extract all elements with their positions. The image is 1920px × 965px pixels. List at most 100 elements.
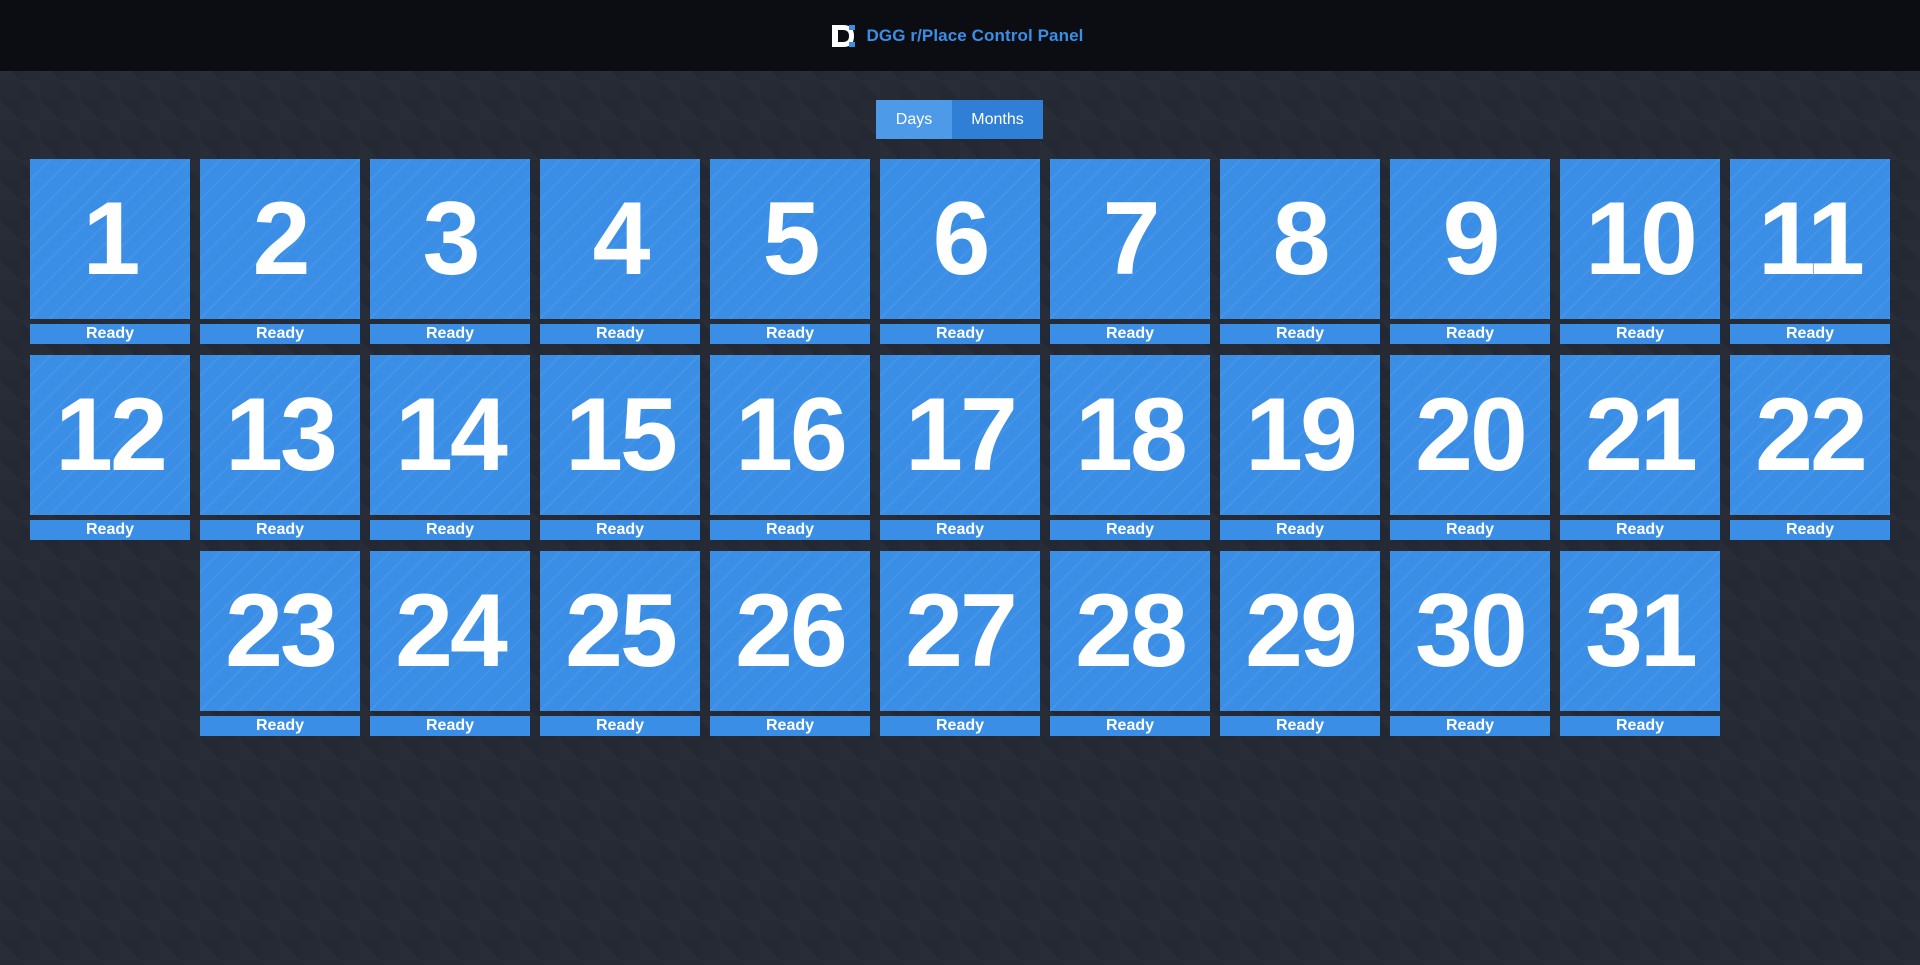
day-tile[interactable]: 30	[1390, 551, 1550, 711]
day-card[interactable]: 9 Ready	[1390, 159, 1550, 344]
day-tile[interactable]: 11	[1730, 159, 1890, 319]
day-status: Ready	[30, 324, 190, 344]
day-status: Ready	[540, 324, 700, 344]
day-number: 24	[395, 573, 508, 689]
day-tile[interactable]: 24	[370, 551, 530, 711]
day-number: 9	[1442, 181, 1501, 297]
day-status: Ready	[540, 716, 700, 736]
day-tile[interactable]: 19	[1220, 355, 1380, 515]
day-number: 10	[1585, 181, 1698, 297]
day-card[interactable]: 27 Ready	[880, 551, 1040, 736]
day-status: Ready	[1390, 520, 1550, 540]
day-tile[interactable]: 6	[880, 159, 1040, 319]
day-tile[interactable]: 26	[710, 551, 870, 711]
day-card[interactable]: 29 Ready	[1220, 551, 1380, 736]
day-status: Ready	[200, 324, 360, 344]
day-number: 4	[592, 181, 651, 297]
day-card[interactable]: 6 Ready	[880, 159, 1040, 344]
day-tile[interactable]: 5	[710, 159, 870, 319]
day-card[interactable]: 21 Ready	[1560, 355, 1720, 540]
day-tile[interactable]: 4	[540, 159, 700, 319]
day-tile[interactable]: 16	[710, 355, 870, 515]
day-tile[interactable]: 2	[200, 159, 360, 319]
day-card[interactable]: 4 Ready	[540, 159, 700, 344]
day-card[interactable]: 14 Ready	[370, 355, 530, 540]
day-card[interactable]: 3 Ready	[370, 159, 530, 344]
day-number: 14	[395, 377, 508, 493]
day-card[interactable]: 10 Ready	[1560, 159, 1720, 344]
day-tile[interactable]: 7	[1050, 159, 1210, 319]
day-card[interactable]: 7 Ready	[1050, 159, 1210, 344]
day-number: 7	[1102, 181, 1161, 297]
day-tile[interactable]: 28	[1050, 551, 1210, 711]
day-status: Ready	[1730, 520, 1890, 540]
day-tile[interactable]: 25	[540, 551, 700, 711]
day-number: 16	[735, 377, 848, 493]
day-card[interactable]: 11 Ready	[1730, 159, 1890, 344]
day-status: Ready	[880, 520, 1040, 540]
day-tile[interactable]: 14	[370, 355, 530, 515]
day-tile[interactable]: 12	[30, 355, 190, 515]
day-tile[interactable]: 27	[880, 551, 1040, 711]
day-tile[interactable]: 15	[540, 355, 700, 515]
day-tile[interactable]: 31	[1560, 551, 1720, 711]
day-card[interactable]: 8 Ready	[1220, 159, 1380, 344]
day-card[interactable]: 1 Ready	[30, 159, 190, 344]
day-tile[interactable]: 9	[1390, 159, 1550, 319]
day-card[interactable]: 23 Ready	[200, 551, 360, 736]
day-status: Ready	[710, 324, 870, 344]
day-status: Ready	[200, 716, 360, 736]
day-status: Ready	[1050, 520, 1210, 540]
day-number: 8	[1272, 181, 1331, 297]
day-number: 20	[1415, 377, 1528, 493]
day-card[interactable]: 13 Ready	[200, 355, 360, 540]
day-number: 5	[762, 181, 821, 297]
day-card[interactable]: 2 Ready	[200, 159, 360, 344]
day-card[interactable]: 12 Ready	[30, 355, 190, 540]
day-number: 22	[1755, 377, 1868, 493]
day-status: Ready	[1050, 716, 1210, 736]
day-number: 15	[565, 377, 678, 493]
day-status: Ready	[880, 324, 1040, 344]
day-number: 19	[1245, 377, 1358, 493]
day-status: Ready	[540, 520, 700, 540]
day-tile[interactable]: 29	[1220, 551, 1380, 711]
day-number: 31	[1585, 573, 1698, 689]
day-tile[interactable]: 10	[1560, 159, 1720, 319]
day-tile[interactable]: 13	[200, 355, 360, 515]
day-card[interactable]: 24 Ready	[370, 551, 530, 736]
day-card[interactable]: 28 Ready	[1050, 551, 1210, 736]
day-status: Ready	[1730, 324, 1890, 344]
day-card[interactable]: 16 Ready	[710, 355, 870, 540]
day-number: 28	[1075, 573, 1188, 689]
day-card[interactable]: 17 Ready	[880, 355, 1040, 540]
day-card[interactable]: 19 Ready	[1220, 355, 1380, 540]
day-card[interactable]: 20 Ready	[1390, 355, 1550, 540]
day-status: Ready	[370, 716, 530, 736]
day-tile[interactable]: 17	[880, 355, 1040, 515]
day-card[interactable]: 18 Ready	[1050, 355, 1210, 540]
day-number: 11	[1758, 181, 1865, 297]
day-number: 26	[735, 573, 848, 689]
day-tile[interactable]: 23	[200, 551, 360, 711]
day-status: Ready	[1560, 520, 1720, 540]
day-tile[interactable]: 8	[1220, 159, 1380, 319]
day-status: Ready	[1560, 716, 1720, 736]
day-tile[interactable]: 20	[1390, 355, 1550, 515]
day-number: 23	[225, 573, 338, 689]
day-tile[interactable]: 22	[1730, 355, 1890, 515]
day-status: Ready	[1220, 716, 1380, 736]
day-card[interactable]: 31 Ready	[1560, 551, 1720, 736]
day-tile[interactable]: 1	[30, 159, 190, 319]
day-tile[interactable]: 3	[370, 159, 530, 319]
day-card[interactable]: 22 Ready	[1730, 355, 1890, 540]
day-card[interactable]: 5 Ready	[710, 159, 870, 344]
day-card[interactable]: 15 Ready	[540, 355, 700, 540]
day-card[interactable]: 25 Ready	[540, 551, 700, 736]
day-number: 1	[82, 181, 141, 297]
day-card[interactable]: 30 Ready	[1390, 551, 1550, 736]
day-tile[interactable]: 21	[1560, 355, 1720, 515]
day-number: 29	[1245, 573, 1358, 689]
day-card[interactable]: 26 Ready	[710, 551, 870, 736]
day-tile[interactable]: 18	[1050, 355, 1210, 515]
